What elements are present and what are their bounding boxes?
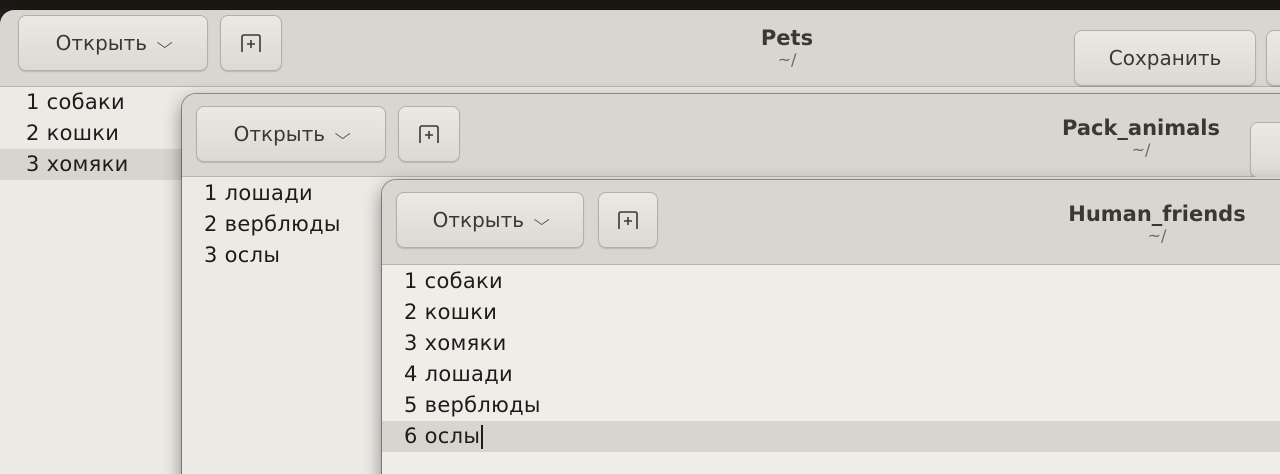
text-line[interactable]: 5 верблюды xyxy=(382,390,1280,421)
text-cursor xyxy=(481,425,484,449)
window-subtitle: ~/ xyxy=(1147,226,1167,245)
open-button[interactable]: Открыть ⌵ xyxy=(18,15,208,71)
window-title-block: Pets ~/ xyxy=(737,26,837,70)
window-subtitle: ~/ xyxy=(777,50,797,69)
chevron-down-icon: ⌵ xyxy=(156,34,173,52)
open-button-label: Открыть xyxy=(432,208,525,232)
window-title: Pack_animals xyxy=(1062,116,1220,140)
new-document-button[interactable] xyxy=(598,192,658,248)
open-button[interactable]: Открыть ⌵ xyxy=(396,192,584,248)
header-bar: Открыть ⌵ Pets ~/ Сохранить xyxy=(0,10,1280,87)
menu-button[interactable] xyxy=(1266,30,1280,86)
text-line[interactable]: 3 хомяки xyxy=(382,328,1280,359)
save-button-label: Сохранить xyxy=(1108,46,1222,70)
open-button[interactable]: Открыть ⌵ xyxy=(196,106,386,162)
open-button-label: Открыть xyxy=(233,122,326,146)
new-tab-icon xyxy=(241,34,261,52)
header-bar: Открыть ⌵ Human_friends ~/ xyxy=(382,180,1280,265)
new-tab-icon xyxy=(419,125,439,143)
window-subtitle: ~/ xyxy=(1131,140,1151,159)
text-lines: 1 собаки 2 кошки 3 хомяки 4 лошади 5 вер… xyxy=(382,266,1280,452)
window-title-block: Human_friends ~/ xyxy=(1052,202,1262,246)
editor-window-human-friends[interactable]: Открыть ⌵ Human_friends ~/ 1 собаки 2 ко… xyxy=(382,180,1280,474)
text-line[interactable]: 2 кошки xyxy=(382,297,1280,328)
text-line[interactable]: 4 лошади xyxy=(382,359,1280,390)
save-button[interactable]: Сохранить xyxy=(1074,30,1256,86)
text-line[interactable]: 1 собаки xyxy=(382,266,1280,297)
window-title-block: Pack_animals ~/ xyxy=(1046,116,1236,160)
save-button[interactable] xyxy=(1250,122,1280,178)
new-tab-icon xyxy=(618,211,638,229)
new-document-button[interactable] xyxy=(398,106,460,162)
chevron-down-icon: ⌵ xyxy=(533,211,550,229)
text-line-content: 6 ослы xyxy=(404,424,481,448)
text-area[interactable]: 1 собаки 2 кошки 3 хомяки 4 лошади 5 вер… xyxy=(382,265,1280,474)
header-bar: Открыть ⌵ Pack_animals ~/ xyxy=(182,94,1280,178)
window-title: Human_friends xyxy=(1068,202,1246,226)
new-document-button[interactable] xyxy=(220,15,282,71)
open-button-label: Открыть xyxy=(55,31,148,55)
desktop: Открыть ⌵ Pets ~/ Сохранить 1 собаки 2 к… xyxy=(0,0,1280,474)
text-line-current[interactable]: 6 ослы xyxy=(382,421,1280,452)
chevron-down-icon: ⌵ xyxy=(334,125,351,143)
window-title: Pets xyxy=(760,26,814,50)
